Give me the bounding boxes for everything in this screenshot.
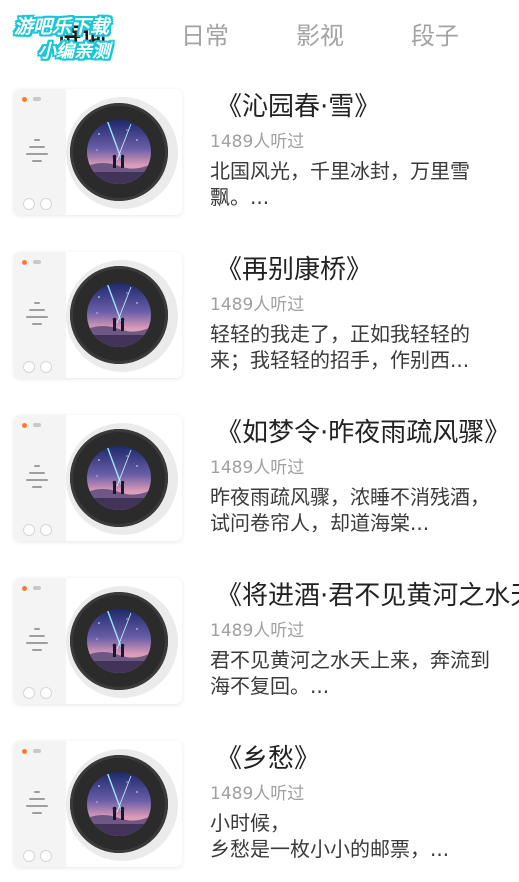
listen-count: 1489人听过 bbox=[210, 621, 305, 641]
knob-icon bbox=[40, 198, 52, 210]
player-side-panel bbox=[14, 89, 66, 215]
list-item[interactable]: 《将进酒·君不见黄河之水天 1489人听过 君不见黄河之水天上来，奔流到海不复回… bbox=[0, 561, 519, 724]
list-item[interactable]: 《沁园春·雪》 1489人听过 北国风光，千里冰封，万里雪飘。... bbox=[0, 72, 519, 235]
power-led-icon bbox=[22, 97, 27, 102]
indicator-light-icon bbox=[33, 586, 41, 590]
tab-film[interactable]: 影视 bbox=[296, 18, 344, 54]
power-led-icon bbox=[22, 586, 27, 591]
vinyl-disc-icon bbox=[70, 592, 168, 690]
record-player-thumbnail bbox=[14, 89, 182, 215]
record-player-thumbnail bbox=[14, 415, 182, 541]
knob-icon bbox=[40, 687, 52, 699]
vinyl-disc-icon bbox=[70, 755, 168, 853]
indicator-light-icon bbox=[33, 260, 41, 264]
cover-art bbox=[87, 446, 151, 510]
cover-art bbox=[87, 120, 151, 184]
poem-excerpt: 小时候， 乡愁是一枚小小的邮票，... bbox=[210, 811, 450, 861]
knob-icon bbox=[23, 850, 35, 862]
poem-title: 《沁园春·雪》 bbox=[216, 92, 381, 122]
cover-art bbox=[87, 772, 151, 836]
listen-count: 1489人听过 bbox=[210, 458, 305, 478]
list-item[interactable]: 《再别康桥》 1489人听过 轻轻的我走了，正如我轻轻的来；我轻轻的招手，作别西… bbox=[0, 235, 519, 398]
list-item[interactable]: 《乡愁》 1489人听过 小时候， 乡愁是一枚小小的邮票，... bbox=[0, 724, 519, 882]
vinyl-disc-icon bbox=[70, 103, 168, 201]
poem-title: 《如梦令·昨夜雨疏风骤》 bbox=[216, 418, 511, 448]
player-side-panel bbox=[14, 252, 66, 378]
equalizer-icon bbox=[26, 465, 48, 489]
equalizer-icon bbox=[26, 139, 48, 163]
knob-icon bbox=[40, 850, 52, 862]
poem-excerpt: 轻轻的我走了，正如我轻轻的来；我轻轻的招手，作别西... bbox=[210, 322, 470, 372]
poem-title: 《将进酒·君不见黄河之水天 bbox=[216, 581, 519, 611]
record-player-thumbnail bbox=[14, 252, 182, 378]
equalizer-icon bbox=[26, 302, 48, 326]
poem-excerpt: 北国风光，千里冰封，万里雪飘。... bbox=[210, 159, 470, 209]
indicator-light-icon bbox=[33, 423, 41, 427]
knob-icon bbox=[23, 198, 35, 210]
poem-title: 《乡愁》 bbox=[216, 744, 321, 774]
power-led-icon bbox=[22, 260, 27, 265]
category-tab-bar: 诗词 日常 影视 段子 游吧乐下载 小编亲测 bbox=[0, 0, 519, 72]
player-side-panel bbox=[14, 741, 66, 867]
vinyl-disc-icon bbox=[70, 266, 168, 364]
record-player-thumbnail bbox=[14, 578, 182, 704]
tab-poetry[interactable]: 诗词 bbox=[56, 18, 106, 54]
indicator-light-icon bbox=[33, 97, 41, 101]
power-led-icon bbox=[22, 749, 27, 754]
cover-art bbox=[87, 609, 151, 673]
cover-art bbox=[87, 283, 151, 347]
app-screen: 诗词 日常 影视 段子 游吧乐下载 小编亲测 《沁园春·雪》 1489人听过 北… bbox=[0, 0, 519, 882]
poem-excerpt: 君不见黄河之水天上来，奔流到海不复回。... bbox=[210, 648, 490, 698]
poem-excerpt: 昨夜雨疏风骤，浓睡不消残酒，试问卷帘人，却道海棠... bbox=[210, 485, 490, 535]
equalizer-icon bbox=[26, 791, 48, 815]
list-item[interactable]: 《如梦令·昨夜雨疏风骤》 1489人听过 昨夜雨疏风骤，浓睡不消残酒，试问卷帘人… bbox=[0, 398, 519, 561]
listen-count: 1489人听过 bbox=[210, 295, 305, 315]
listen-count: 1489人听过 bbox=[210, 132, 305, 152]
knob-icon bbox=[23, 361, 35, 373]
record-player-thumbnail bbox=[14, 741, 182, 867]
equalizer-icon bbox=[26, 628, 48, 652]
power-led-icon bbox=[22, 423, 27, 428]
knob-icon bbox=[40, 524, 52, 536]
knob-icon bbox=[23, 524, 35, 536]
knob-icon bbox=[40, 361, 52, 373]
player-side-panel bbox=[14, 578, 66, 704]
vinyl-disc-icon bbox=[70, 429, 168, 527]
listen-count: 1489人听过 bbox=[210, 784, 305, 804]
knob-icon bbox=[23, 687, 35, 699]
indicator-light-icon bbox=[33, 749, 41, 753]
poem-title: 《再别康桥》 bbox=[216, 255, 373, 285]
tab-daily[interactable]: 日常 bbox=[181, 18, 229, 54]
player-side-panel bbox=[14, 415, 66, 541]
tab-jokes[interactable]: 段子 bbox=[411, 18, 459, 54]
